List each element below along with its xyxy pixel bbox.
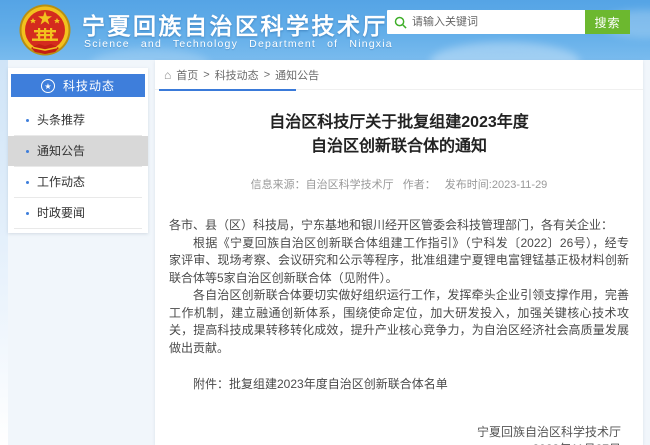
cloud-decoration (430, 42, 580, 60)
meta-source: 信息来源：自治区科学技术厅 (251, 179, 394, 191)
sidebar-item-label: 时政要闻 (37, 206, 85, 220)
search-button[interactable]: 搜索 (585, 10, 630, 34)
breadcrumb: ⌂ 首页 > 科技动态 > 通知公告 (155, 60, 643, 90)
national-emblem-icon (19, 4, 71, 56)
sidebar-item-label: 头条推荐 (37, 113, 85, 127)
sidebar-menu: 头条推荐 通知公告 工作动态 时政要闻 (8, 105, 148, 229)
bullet-dot-icon (26, 119, 29, 122)
search-input[interactable] (412, 16, 585, 28)
star-circle-icon: ★ (41, 79, 55, 93)
breadcrumb-home[interactable]: 首页 (176, 67, 198, 83)
sidebar: ★ 科技动态 头条推荐 通知公告 工作动态 时政要闻 (8, 68, 148, 233)
sidebar-title: 科技动态 (63, 77, 115, 94)
bullet-dot-icon (26, 212, 29, 215)
signature-date: 2023年11月27日 (169, 441, 621, 445)
article-meta: 信息来源：自治区科学技术厅 作者： 发布时间:2023-11-29 (169, 176, 629, 192)
sidebar-item-label: 通知公告 (37, 144, 85, 158)
home-icon: ⌂ (164, 69, 171, 81)
site-header: 宁夏回族自治区科学技术厅 Science and Technology Depa… (0, 0, 650, 60)
page-body: ★ 科技动态 头条推荐 通知公告 工作动态 时政要闻 (0, 60, 650, 445)
sidebar-item-headlines[interactable]: 头条推荐 (8, 105, 148, 135)
breadcrumb-current: 通知公告 (275, 67, 319, 83)
paragraph: 根据《宁夏回族自治区创新联合体组建工作指引》（宁科发〔2022〕26号），经专家… (169, 235, 629, 288)
sidebar-item-work-trends[interactable]: 工作动态 (8, 167, 148, 197)
breadcrumb-separator: > (203, 69, 209, 81)
site-title: 宁夏回族自治区科学技术厅 (82, 7, 388, 41)
sidebar-item-political-news[interactable]: 时政要闻 (8, 198, 148, 228)
article: 自治区科技厅关于批复组建2023年度 自治区创新联合体的通知 信息来源：自治区科… (155, 111, 643, 445)
site-subtitle: Science and Technology Department of Nin… (84, 38, 393, 50)
meta-publish-date: 发布时间:2023-11-29 (445, 179, 548, 191)
main-content: ⌂ 首页 > 科技动态 > 通知公告 自治区科技厅关于批复组建2023年度 自治… (155, 60, 643, 445)
signature-department: 宁夏回族自治区科学技术厅 (169, 424, 621, 441)
sidebar-item-label: 工作动态 (37, 175, 85, 189)
meta-author: 作者： (403, 179, 436, 191)
article-body: 各市、县（区）科技局，宁东基地和银川经开区管委会科技管理部门，各有关企业： 根据… (169, 217, 629, 357)
article-title-line2: 自治区创新联合体的通知 (169, 135, 629, 159)
sidebar-header: ★ 科技动态 (11, 74, 145, 97)
bullet-dot-icon (26, 181, 29, 184)
search-box: 搜索 (387, 10, 630, 34)
signature-block: 宁夏回族自治区科学技术厅 2023年11月27日 (169, 424, 629, 445)
search-input-wrap (387, 10, 585, 34)
paragraph: 各自治区创新联合体要切实做好组织运行工作，发挥牵头企业引领支撑作用，完善工作机制… (169, 287, 629, 357)
article-title: 自治区科技厅关于批复组建2023年度 自治区创新联合体的通知 (169, 111, 629, 159)
left-gradient-decoration (0, 60, 8, 445)
bullet-dot-icon (26, 150, 29, 153)
breadcrumb-separator: > (264, 69, 270, 81)
breadcrumb-section[interactable]: 科技动态 (215, 67, 259, 83)
sidebar-item-notices[interactable]: 通知公告 (8, 136, 148, 166)
article-title-line1: 自治区科技厅关于批复组建2023年度 (169, 111, 629, 135)
breadcrumb-accent-line (159, 89, 296, 91)
search-icon (394, 16, 407, 29)
divider (14, 228, 142, 229)
paragraph: 各市、县（区）科技局，宁东基地和银川经开区管委会科技管理部门，各有关企业： (169, 217, 629, 235)
attachment-line: 附件：批复组建2023年度自治区创新联合体名单 (169, 375, 629, 392)
